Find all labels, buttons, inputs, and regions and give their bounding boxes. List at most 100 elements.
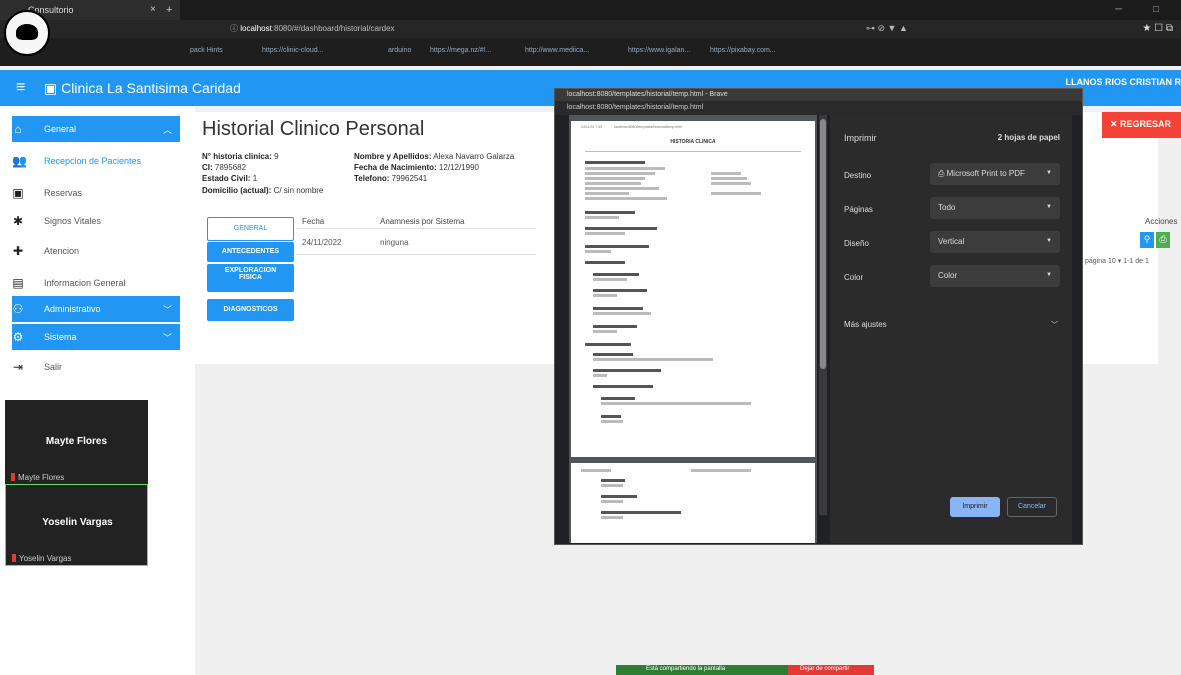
- paper-text: [585, 161, 645, 164]
- sidebar-group-sistema[interactable]: ⚙ Sistema ﹀: [12, 324, 180, 350]
- paper-text: [601, 397, 635, 400]
- info-estado: Estado Civil: 1: [202, 174, 257, 183]
- sidebar-item-salir[interactable]: ⇥ Salir: [12, 354, 180, 380]
- color-select[interactable]: Color ▼: [930, 265, 1060, 287]
- more-settings[interactable]: Más ajustes: [844, 320, 887, 329]
- window-controls[interactable]: ─ □: [1115, 4, 1173, 15]
- info-label: Fecha de Nacimiento:: [354, 163, 437, 172]
- sidebar-group-label: General: [44, 124, 77, 134]
- plus-square-icon: ✚: [12, 244, 24, 258]
- video-tile[interactable]: Yoselin Vargas Yoselin Vargas: [5, 484, 148, 566]
- cancel-button[interactable]: Cancelar: [1007, 497, 1057, 517]
- paper-text: [601, 511, 681, 514]
- tab-diagnosticos[interactable]: DIAGNOSTICOS: [207, 299, 294, 321]
- regresar-button[interactable]: ✕ REGRESAR: [1102, 112, 1181, 138]
- info-nacimiento: Fecha de Nacimiento: 12/12/1990: [354, 163, 479, 172]
- info-label: Telefono:: [354, 174, 390, 183]
- sidebar-item-recepcion[interactable]: 👥 Recepcion de Pacientes: [12, 148, 180, 174]
- paper-title: HISTORIA CLINICA: [670, 139, 716, 145]
- print-preview[interactable]: 24/11/22 7:35 localhost:8080/templates/h…: [569, 115, 817, 543]
- tab-close-icon[interactable]: ×: [150, 4, 156, 15]
- preview-page: 24/11/22 7:35 localhost:8080/templates/h…: [571, 121, 815, 457]
- tab-exploracion-fisica[interactable]: EXPLORACION FISICA: [207, 264, 294, 292]
- column-header[interactable]: Anamnesis por Sistema: [380, 217, 464, 226]
- bookmark-item[interactable]: https://clinic-cloud...: [262, 47, 323, 54]
- print-window-url[interactable]: localhost:8080/templates/historial/temp.…: [555, 101, 1082, 115]
- paper-text: [585, 343, 631, 346]
- paper-text: [593, 374, 607, 377]
- sidebar-item-label: Salir: [44, 362, 63, 372]
- paper-text: [585, 261, 625, 264]
- paper-header: 24/11/22 7:35 localhost:8080/templates/h…: [581, 125, 805, 129]
- tab-general[interactable]: GENERAL: [207, 217, 294, 241]
- menu-icon[interactable]: ≡: [16, 79, 25, 97]
- diseno-select[interactable]: Vertical ▼: [930, 231, 1060, 253]
- sidebar-item-label: Signos Vitales: [44, 216, 101, 226]
- bookmark-item[interactable]: https://www.igalan...: [628, 47, 690, 54]
- bookmark-item[interactable]: pack Hints: [190, 47, 223, 54]
- vitals-icon: ✱: [12, 214, 24, 228]
- paginas-select[interactable]: Todo ▼: [930, 197, 1060, 219]
- search-icon[interactable]: ⚲: [1140, 232, 1154, 248]
- admin-icon: ⚇: [12, 302, 24, 316]
- user-name[interactable]: LLANOS RIOS CRISTIAN R: [1065, 77, 1181, 87]
- tab-antecedentes[interactable]: ANTECEDENTES: [207, 242, 294, 262]
- info-value: 9: [274, 152, 279, 161]
- bookmark-item[interactable]: https://mega.nz/#!...: [430, 47, 491, 54]
- participant-name: Yoselin Vargas: [42, 517, 113, 528]
- paper-text: [601, 479, 625, 482]
- paper-text: [593, 369, 661, 372]
- select-value: Vertical: [938, 237, 965, 246]
- paper-text: [601, 484, 623, 487]
- sidebar-group-administrativo[interactable]: ⚇ Administrativo ﹀: [12, 296, 180, 322]
- regresar-label: REGRESAR: [1120, 119, 1172, 129]
- paper-text: [585, 182, 641, 185]
- url-host: localhost: [240, 24, 272, 33]
- bookmark-item[interactable]: http://www.mediica...: [525, 47, 589, 54]
- bookmark-item[interactable]: arduino: [388, 47, 411, 54]
- toolbar-right-icons[interactable]: ★ ☐ ⧉: [1142, 23, 1173, 34]
- sidebar-group-general[interactable]: ⌂ General ︿: [12, 116, 180, 142]
- sidebar: ⌂ General ︿ 👥 Recepcion de Pacientes ▣ R…: [0, 106, 195, 675]
- participant-label: Mayte Flores: [11, 473, 64, 482]
- sidebar-item-informacion[interactable]: ▤ Informacion General: [12, 270, 180, 296]
- printer-icon: ⎙: [938, 169, 947, 178]
- preview-scrollbar[interactable]: [819, 115, 827, 515]
- scroll-thumb[interactable]: [820, 119, 826, 369]
- close-icon: ✕: [1110, 119, 1121, 129]
- info-historia: N° historia clinica: 9: [202, 152, 279, 161]
- destino-select[interactable]: ⎙ Microsoft Print to PDF ▼: [930, 163, 1060, 185]
- sidebar-item-reservas[interactable]: ▣ Reservas: [12, 180, 180, 206]
- print-heading: Imprimir: [844, 133, 877, 143]
- logout-icon: ⇥: [12, 360, 24, 374]
- paper-text: [593, 325, 637, 328]
- chevron-down-icon[interactable]: ﹀: [1051, 320, 1058, 330]
- print-icon[interactable]: ⎙: [1156, 232, 1170, 248]
- column-header[interactable]: Fecha: [302, 217, 324, 226]
- pagination[interactable]: página 10 ▾ 1-1 de 1: [1085, 257, 1149, 265]
- video-tile[interactable]: Mayte Flores Mayte Flores: [5, 400, 148, 484]
- skull-logo-icon: [4, 10, 50, 56]
- sidebar-item-signos[interactable]: ✱ Signos Vitales: [12, 208, 180, 234]
- sidebar-group-label: Administrativo: [44, 304, 101, 314]
- info-domicilio: Domicilio (actual): C/ sin nombre: [202, 186, 323, 195]
- info-value: 1: [252, 174, 258, 183]
- divider: [296, 228, 536, 229]
- extension-icons[interactable]: ⊶ ⊘ ▼ ▲: [866, 23, 908, 34]
- stop-sharing-button[interactable]: Dejar de compartir: [788, 665, 874, 675]
- paper-text: [601, 495, 637, 498]
- sidebar-item-atencion[interactable]: ✚ Atencion: [12, 238, 180, 264]
- print-settings: Imprimir 2 hojas de papel Destino ⎙ Micr…: [830, 115, 1072, 543]
- bookmark-item[interactable]: https://pixabay.com...: [710, 47, 776, 54]
- address-bar[interactable]: ⓘ localhost:8080/#/dashboard/historial/c…: [230, 23, 850, 36]
- paper-text: [585, 192, 629, 195]
- print-button[interactable]: Imprimir: [950, 497, 1000, 517]
- sheet-count: 2 hojas de papel: [997, 133, 1060, 142]
- new-tab-icon[interactable]: +: [166, 4, 172, 16]
- paper-text: [601, 516, 623, 519]
- paper-text: [601, 402, 751, 405]
- acciones-header: Acciones: [1145, 217, 1178, 226]
- paper-text: [585, 197, 667, 200]
- info-value: Alexa Navarro Galarza: [433, 152, 515, 161]
- gear-icon: ⚙: [12, 330, 24, 344]
